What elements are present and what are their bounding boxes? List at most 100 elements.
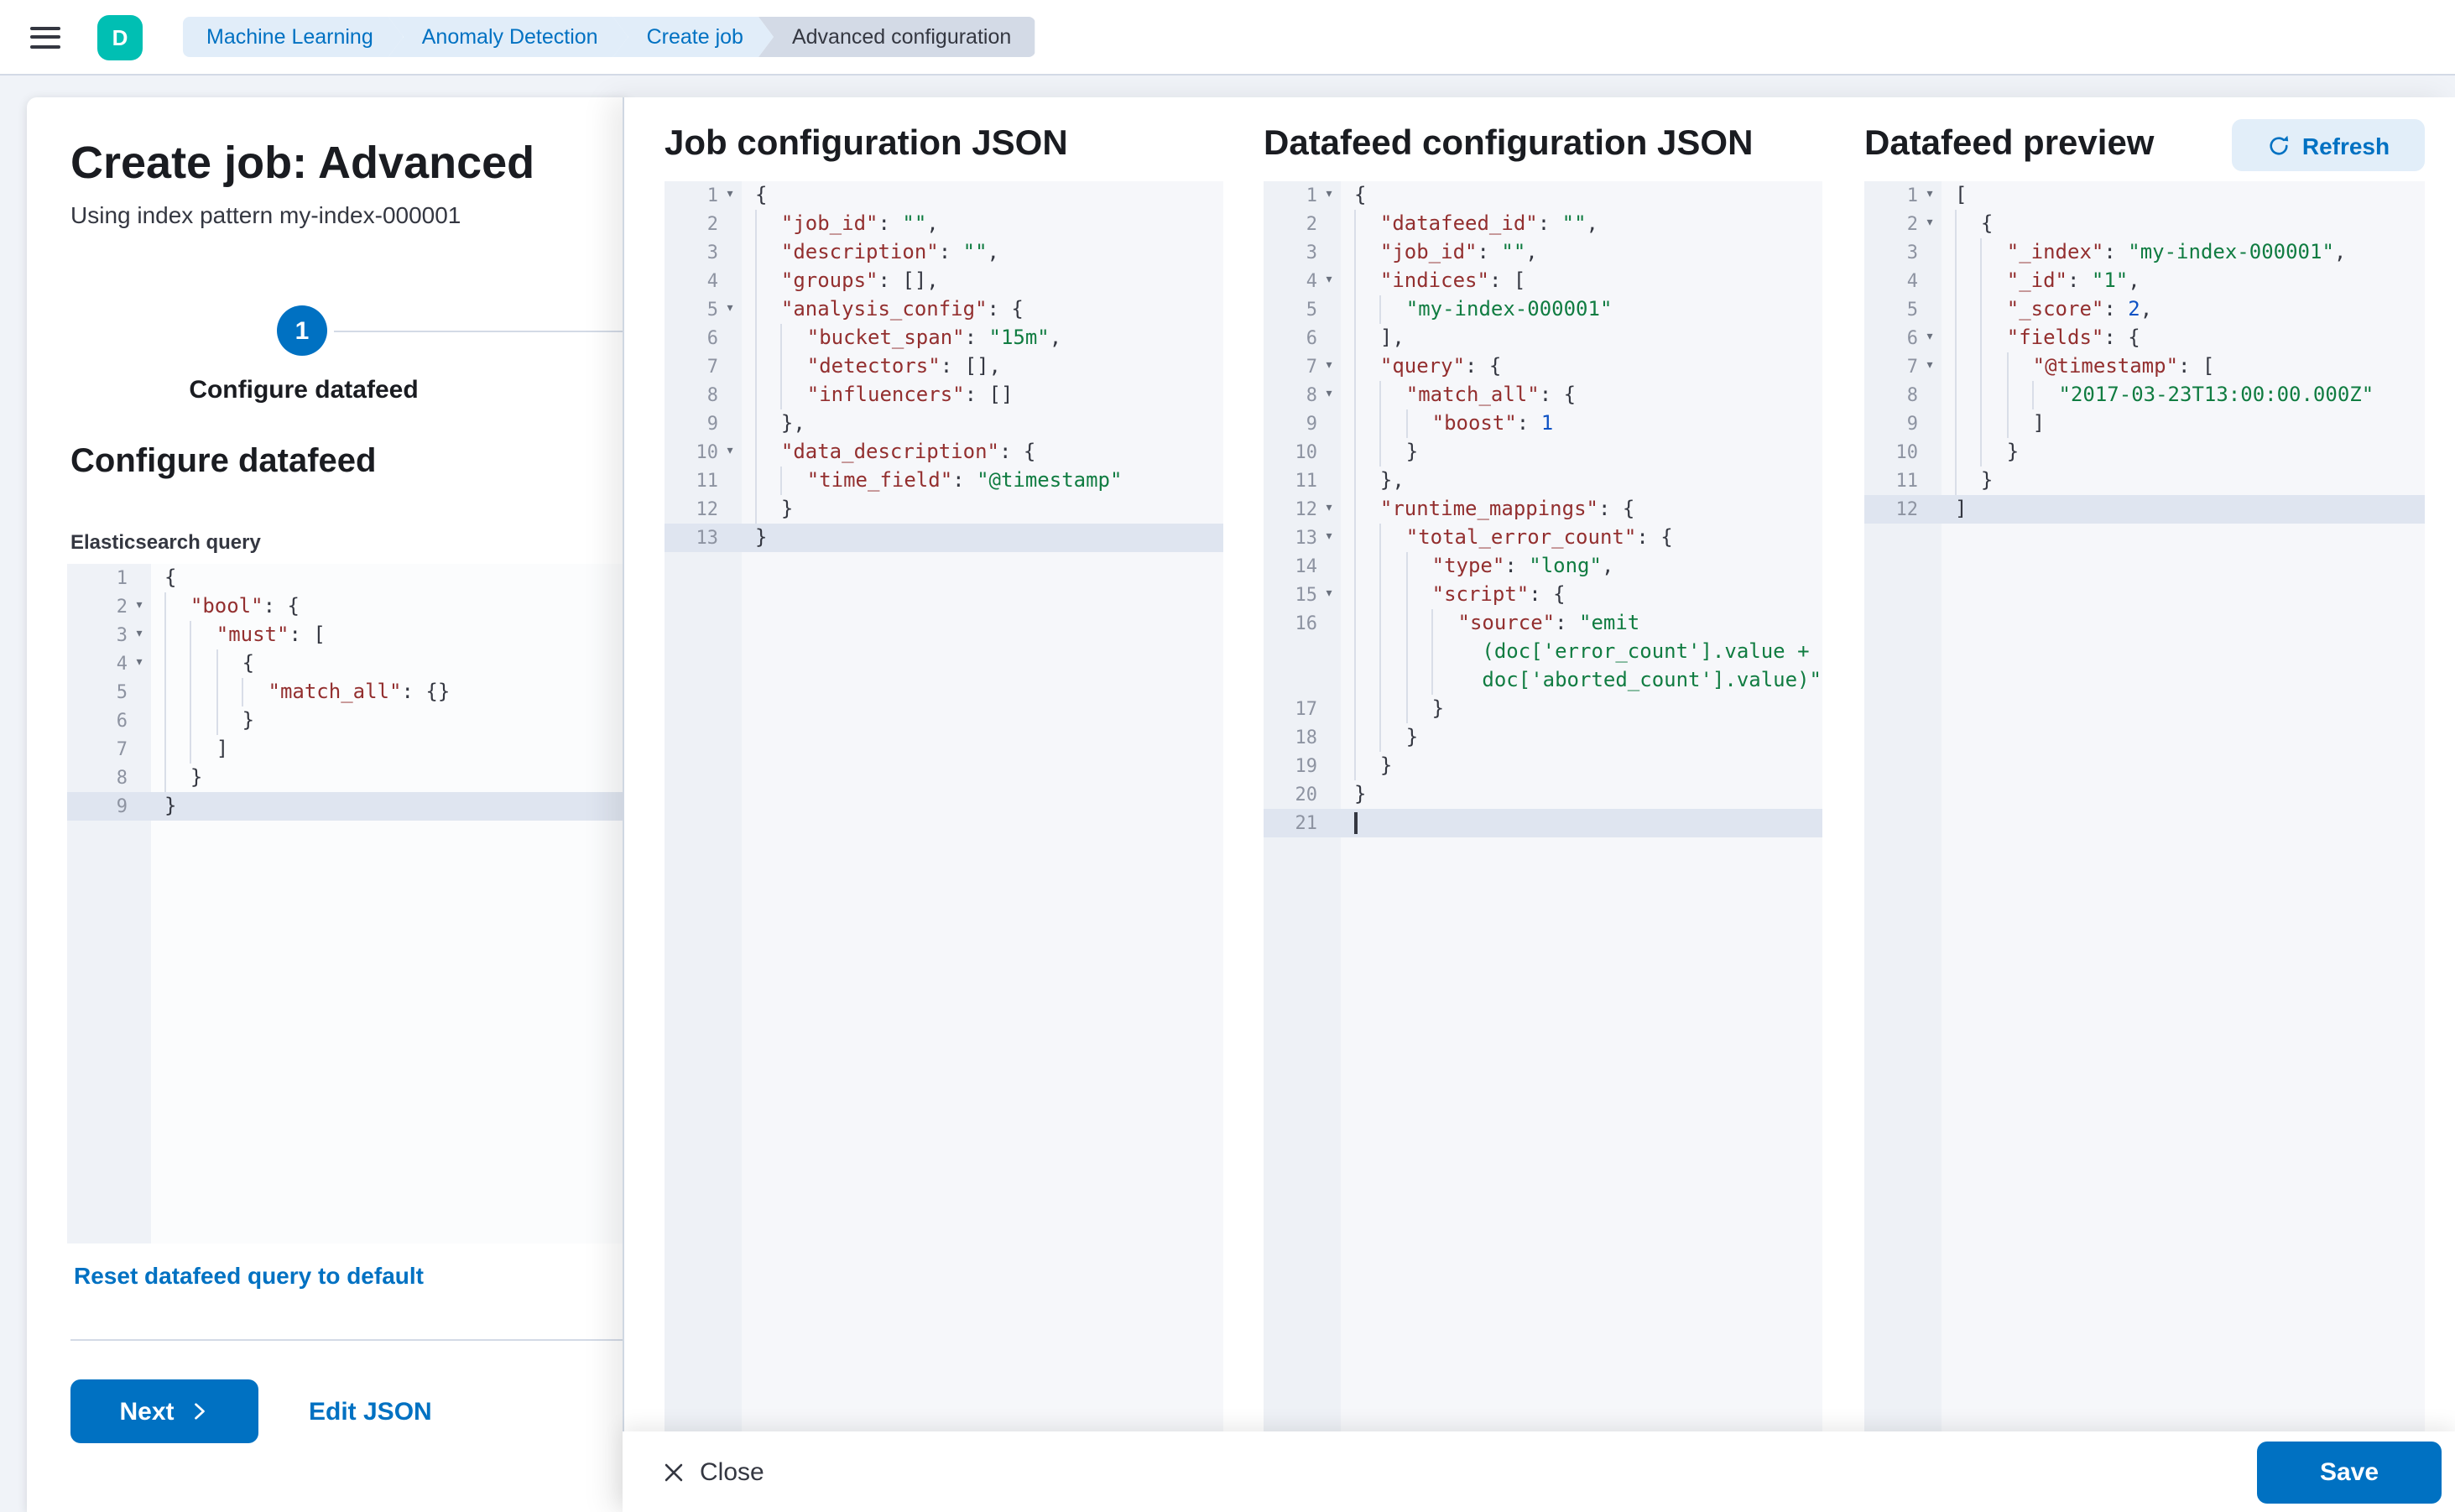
code-line[interactable]: 3"_index": "my-index-000001", [1864, 238, 2425, 267]
code-line[interactable]: (doc['error_count'].value + [1264, 638, 1822, 666]
code-line[interactable]: 7"detectors": [], [665, 352, 1223, 381]
code-line[interactable]: 1▾[ [1864, 181, 2425, 210]
code-line[interactable]: 8▾"match_all": { [1264, 381, 1822, 409]
code-line[interactable]: 10} [1864, 438, 2425, 467]
code-line[interactable]: 9} [67, 792, 631, 821]
code-line[interactable]: 6▾"fields": { [1864, 324, 2425, 352]
fold-gutter [1317, 210, 1341, 238]
code-text: "runtime_mappings": { [1341, 495, 1822, 524]
code-line[interactable]: 1▾{ [1264, 181, 1822, 210]
code-line[interactable]: doc['aborted_count'].value)" [1264, 666, 1822, 695]
elasticsearch-query-editor[interactable]: 1{2▾"bool": {3▾"must": [4▾{5"match_all":… [67, 564, 631, 1243]
job-config-json-editor[interactable]: 1▾{2"job_id": "",3"description": "",4"gr… [665, 181, 1223, 1431]
code-line[interactable]: 12▾"runtime_mappings": { [1264, 495, 1822, 524]
code-line[interactable]: 7▾"query": { [1264, 352, 1822, 381]
code-line[interactable]: 10} [1264, 438, 1822, 467]
indent-guide [755, 210, 781, 238]
save-button[interactable]: Save [2257, 1441, 2442, 1503]
close-button[interactable]: Close [663, 1457, 764, 1486]
datafeed-config-json-editor[interactable]: 1▾{2"datafeed_id": "",3"job_id": "",4▾"i… [1264, 181, 1822, 1431]
code-text: ], [1341, 324, 1822, 352]
code-line[interactable]: 7] [67, 735, 631, 764]
code-line[interactable]: 3▾"must": [ [67, 621, 631, 649]
fold-toggle-icon[interactable]: ▾ [718, 438, 742, 467]
code-line[interactable]: 3"description": "", [665, 238, 1223, 267]
code-line[interactable]: 2▾"bool": { [67, 592, 631, 621]
code-text: { [1942, 210, 2425, 238]
code-line[interactable]: 13▾"total_error_count": { [1264, 524, 1822, 552]
code-line[interactable]: 6} [67, 706, 631, 735]
code-line[interactable]: 4"groups": [], [665, 267, 1223, 295]
code-line[interactable]: 3"job_id": "", [1264, 238, 1822, 267]
reset-datafeed-query-link[interactable]: Reset datafeed query to default [74, 1262, 424, 1289]
code-line[interactable]: 9] [1864, 409, 2425, 438]
code-line[interactable]: 11"time_field": "@timestamp" [665, 467, 1223, 495]
code-line[interactable]: 11} [1864, 467, 2425, 495]
fold-toggle-icon[interactable]: ▾ [1918, 181, 1942, 210]
fold-toggle-icon[interactable]: ▾ [1317, 495, 1341, 524]
indent-guide [1354, 609, 1380, 638]
code-line[interactable]: 4▾{ [67, 649, 631, 678]
fold-toggle-icon[interactable]: ▾ [1317, 381, 1341, 409]
code-text: { [151, 564, 631, 592]
code-line[interactable]: 4"_id": "1", [1864, 267, 2425, 295]
fold-toggle-icon[interactable]: ▾ [1317, 581, 1341, 609]
fold-toggle-icon[interactable]: ▾ [1317, 267, 1341, 295]
fold-toggle-icon[interactable]: ▾ [1918, 210, 1942, 238]
step-1-indicator[interactable]: 1 [277, 305, 327, 356]
line-number: 1 [665, 181, 718, 210]
code-line[interactable]: 20} [1264, 780, 1822, 809]
code-line[interactable]: 1▾{ [665, 181, 1223, 210]
code-line[interactable]: 6], [1264, 324, 1822, 352]
code-line[interactable]: 6"bucket_span": "15m", [665, 324, 1223, 352]
code-line[interactable]: 17} [1264, 695, 1822, 723]
next-button[interactable]: Next [70, 1379, 258, 1443]
code-line[interactable]: 2▾{ [1864, 210, 2425, 238]
code-line[interactable]: 5▾"analysis_config": { [665, 295, 1223, 324]
code-line[interactable]: 2"datafeed_id": "", [1264, 210, 1822, 238]
code-line[interactable]: 7▾"@timestamp": [ [1864, 352, 2425, 381]
fold-toggle-icon[interactable]: ▾ [1918, 352, 1942, 381]
code-line[interactable]: 10▾"data_description": { [665, 438, 1223, 467]
fold-toggle-icon[interactable]: ▾ [718, 181, 742, 210]
code-line[interactable]: 5"match_all": {} [67, 678, 631, 706]
code-line[interactable]: 21 [1264, 809, 1822, 837]
elasticsearch-query-label: Elasticsearch query [70, 530, 261, 554]
code-line[interactable]: 4▾"indices": [ [1264, 267, 1822, 295]
space-avatar[interactable]: D [97, 14, 143, 60]
code-line[interactable]: 14"type": "long", [1264, 552, 1822, 581]
fold-toggle-icon[interactable]: ▾ [1317, 524, 1341, 552]
fold-toggle-icon[interactable]: ▾ [1317, 181, 1341, 210]
edit-json-button[interactable]: Edit JSON [309, 1379, 432, 1443]
code-line[interactable]: 5"_score": 2, [1864, 295, 2425, 324]
code-line[interactable]: 1{ [67, 564, 631, 592]
code-line[interactable]: 12} [665, 495, 1223, 524]
code-line[interactable]: 18} [1264, 723, 1822, 752]
breadcrumb-anomaly-detection[interactable]: Anomaly Detection [388, 17, 628, 57]
code-line[interactable]: 9"boost": 1 [1264, 409, 1822, 438]
code-line[interactable]: 15▾"script": { [1264, 581, 1822, 609]
code-line[interactable]: 2"job_id": "", [665, 210, 1223, 238]
fold-toggle-icon[interactable]: ▾ [128, 621, 151, 649]
fold-toggle-icon[interactable]: ▾ [1317, 352, 1341, 381]
fold-toggle-icon[interactable]: ▾ [1918, 324, 1942, 352]
breadcrumb-machine-learning[interactable]: Machine Learning [183, 17, 404, 57]
code-line[interactable]: 9}, [665, 409, 1223, 438]
refresh-button[interactable]: Refresh [2232, 119, 2425, 171]
code-line[interactable]: 8"influencers": [] [665, 381, 1223, 409]
code-line[interactable]: 19} [1264, 752, 1822, 780]
fold-toggle-icon[interactable]: ▾ [718, 295, 742, 324]
code-line[interactable]: 12] [1864, 495, 2425, 524]
code-line[interactable]: 11}, [1264, 467, 1822, 495]
fold-toggle-icon[interactable]: ▾ [128, 649, 151, 678]
code-line[interactable]: 5"my-index-000001" [1264, 295, 1822, 324]
fold-toggle-icon[interactable]: ▾ [128, 592, 151, 621]
code-line[interactable]: 16"source": "emit [1264, 609, 1822, 638]
datafeed-preview-editor[interactable]: 1▾[2▾{3"_index": "my-index-000001",4"_id… [1864, 181, 2425, 1431]
refresh-icon [2267, 133, 2291, 157]
code-line[interactable]: 13} [665, 524, 1223, 552]
menu-icon[interactable] [30, 26, 60, 48]
code-line[interactable]: 8"2017-03-23T13:00:00.000Z" [1864, 381, 2425, 409]
code-line[interactable]: 8} [67, 764, 631, 792]
breadcrumb-create-job[interactable]: Create job [613, 17, 774, 57]
